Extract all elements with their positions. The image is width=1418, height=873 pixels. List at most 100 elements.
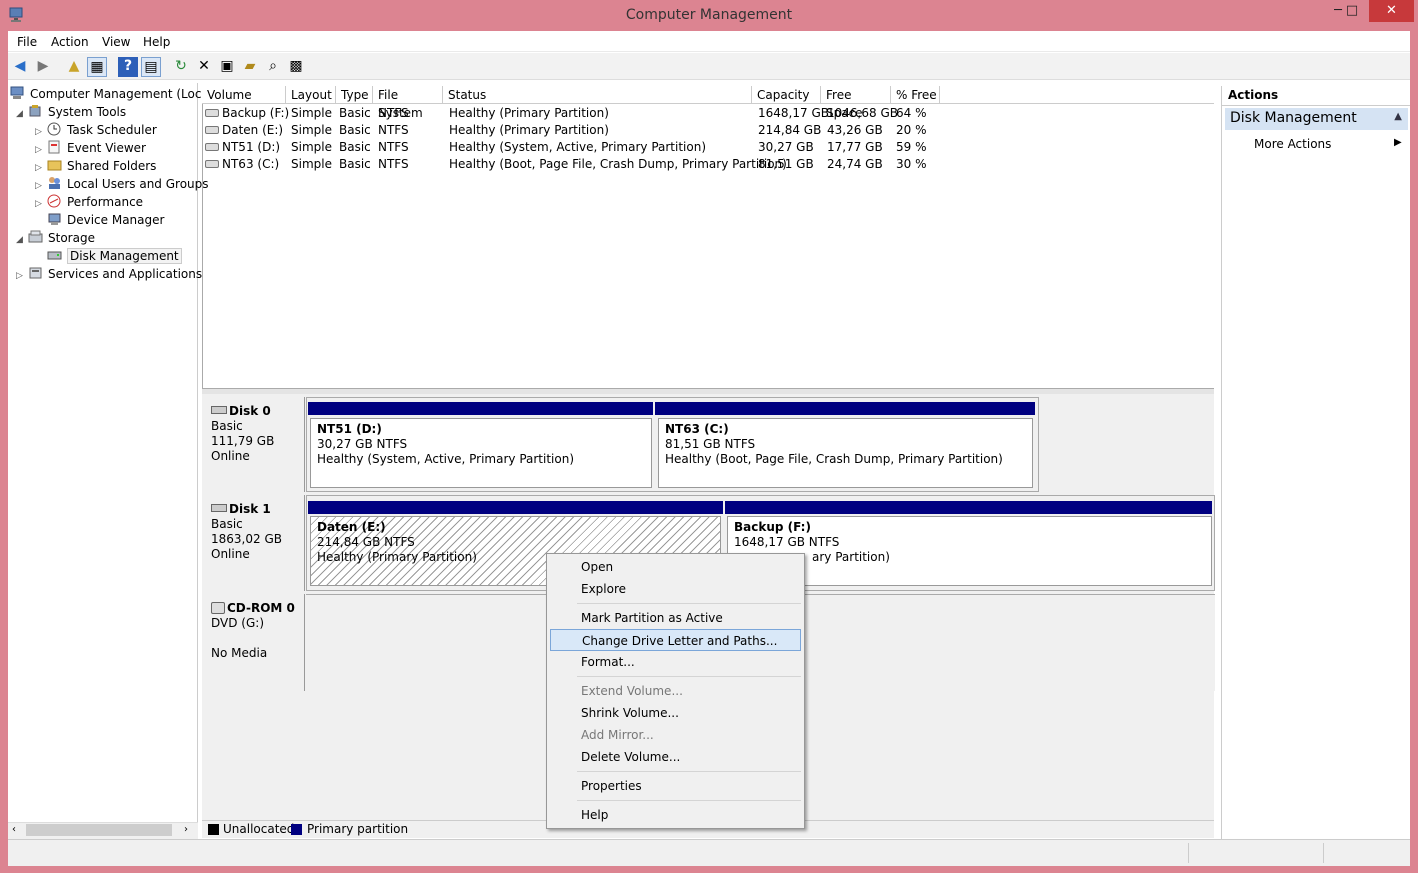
tree-item-device-manager[interactable]: Device Manager [35,212,164,227]
shared-folder-icon [47,158,63,172]
cell-status: Healthy (Primary Partition) [449,123,609,137]
maximize-button[interactable]: □ [1339,0,1365,22]
menu-item-mark-active[interactable]: Mark Partition as Active [550,607,801,629]
expand-arrow-icon[interactable]: ▷ [35,199,47,209]
menu-item-open[interactable]: Open [550,556,801,578]
disk-size: 1863,02 GB [211,532,282,546]
menu-item-add-mirror[interactable]: Add Mirror... [550,724,801,746]
menu-item-format[interactable]: Format... [550,651,801,673]
users-icon [47,176,63,190]
menu-item-properties[interactable]: Properties [550,775,801,797]
disk-1-title: Disk 1 [211,502,295,517]
column-header-file-system[interactable]: File System [373,86,443,120]
export-icon[interactable]: ▩ [286,57,306,77]
column-header-type[interactable]: Type [336,86,373,104]
menu-item-help[interactable]: Help [550,804,801,826]
table-row[interactable]: NT63 (C:) Simple Basic NTFS Healthy (Boo… [202,156,942,173]
disk-0-info[interactable]: Disk 0 Basic 111,79 GB Online [202,397,305,492]
cdrom-icon [211,602,225,614]
properties-icon[interactable]: ▣ [217,57,237,77]
context-menu: Open Explore Mark Partition as Active Ch… [546,553,805,829]
forward-icon[interactable]: ▶ [33,57,53,77]
menu-separator [577,800,801,801]
back-icon[interactable]: ◀ [10,57,30,77]
cell-capacity: 81,51 GB [758,157,814,171]
window-title: Computer Management [625,7,793,23]
scroll-left-icon[interactable]: ‹ [12,824,16,835]
collapse-arrow-icon[interactable]: ◢ [16,109,28,119]
open-icon[interactable]: ▰ [240,57,260,77]
menu-item-shrink-volume[interactable]: Shrink Volume... [550,702,801,724]
cell-file-system: NTFS [378,157,409,171]
disk-1-info[interactable]: Disk 1 Basic 1863,02 GB Online [202,495,305,591]
menu-item-explore[interactable]: Explore [550,578,801,600]
disk-state: Online [211,547,250,561]
tree-item-local-users[interactable]: ▷ Local Users and Groups [35,176,209,191]
up-icon[interactable]: ▲ [64,57,84,77]
menu-action[interactable]: Action [51,35,89,49]
tree-label: Services and Applications [48,267,203,281]
column-header-capacity[interactable]: Capacity [752,86,821,104]
scroll-right-icon[interactable]: › [184,824,188,835]
menu-help[interactable]: Help [143,35,170,49]
partition-name: Backup (F:) [734,520,811,534]
column-header-free-space[interactable]: Free Space [821,86,891,120]
search-icon[interactable]: ⌕ [263,57,283,77]
menu-separator [577,676,801,677]
column-header-status[interactable]: Status [443,86,752,104]
properties-view-icon[interactable]: ▤ [141,57,161,77]
tree-item-services[interactable]: ▷ Services and Applications [16,266,202,281]
cdrom-0-info[interactable]: CD-ROM 0 DVD (G:) No Media [202,594,305,691]
tree-item-system-tools[interactable]: ◢ System Tools [16,104,126,119]
menu-item-change-drive-letter[interactable]: Change Drive Letter and Paths... [550,629,801,651]
tree-item-event-viewer[interactable]: ▷ Event Viewer [35,140,146,155]
menu-separator [577,771,801,772]
partition-color-bar [725,501,1212,514]
menu-file[interactable]: File [17,35,37,49]
cell-layout: Simple [291,106,332,120]
close-button[interactable]: ✕ [1369,0,1414,22]
expand-arrow-icon[interactable]: ▷ [35,181,47,191]
cell-free-space: 24,74 GB [827,157,883,171]
collapse-arrow-icon[interactable]: ◢ [16,235,28,245]
tree-item-task-scheduler[interactable]: ▷ Task Scheduler [35,122,157,137]
actions-section-disk-management[interactable]: Disk Management ▲ [1225,108,1408,130]
partition-nt63[interactable]: NT63 (C:) 81,51 GB NTFS Healthy (Boot, P… [658,418,1033,488]
refresh-icon[interactable]: ↻ [171,57,191,77]
menu-item-extend-volume[interactable]: Extend Volume... [550,680,801,702]
show-hide-tree-icon[interactable]: ▦ [87,57,107,77]
drive-icon [205,109,219,117]
cell-volume: NT51 (D:) [222,140,281,154]
column-header-volume[interactable]: Volume [202,86,286,104]
collapse-icon[interactable]: ▲ [1394,111,1402,122]
tree-item-disk-management[interactable]: Disk Management [35,248,182,264]
expand-arrow-icon[interactable]: ▷ [35,127,47,137]
tree-label: Event Viewer [67,141,146,155]
table-row[interactable]: Backup (F:) Simple Basic NTFS Healthy (P… [202,105,942,122]
more-actions-item[interactable]: More Actions ▶ [1254,137,1404,151]
menu-view[interactable]: View [102,35,130,49]
table-row[interactable]: NT51 (D:) Simple Basic NTFS Healthy (Sys… [202,139,942,156]
column-header-percent-free[interactable]: % Free [891,86,940,104]
column-header-layout[interactable]: Layout [286,86,336,104]
status-divider [1188,843,1189,863]
table-row[interactable]: Daten (E:) Simple Basic NTFS Healthy (Pr… [202,122,942,139]
tree-item-performance[interactable]: ▷ Performance [35,194,143,209]
expand-arrow-icon[interactable]: ▷ [16,271,28,281]
unallocated-swatch [208,824,219,835]
event-viewer-icon [47,140,63,154]
delete-icon[interactable]: ✕ [194,57,214,77]
partition-size: 30,27 GB NTFS [317,437,408,451]
expand-arrow-icon[interactable]: ▷ [35,145,47,155]
menu-item-delete-volume[interactable]: Delete Volume... [550,746,801,768]
expand-arrow-icon[interactable]: ▷ [35,163,47,173]
cell-capacity: 1648,17 GB [758,106,829,120]
tools-icon [28,104,44,118]
partition-nt51[interactable]: NT51 (D:) 30,27 GB NTFS Healthy (System,… [310,418,652,488]
tree-item-storage[interactable]: ◢ Storage [16,230,95,245]
help-icon[interactable]: ? [118,57,138,77]
scrollbar-thumb[interactable] [26,824,172,836]
tree-item-shared-folders[interactable]: ▷ Shared Folders [35,158,156,173]
cell-free-space: 17,77 GB [827,140,883,154]
tree-item-root[interactable]: Computer Management (Local [10,86,212,101]
